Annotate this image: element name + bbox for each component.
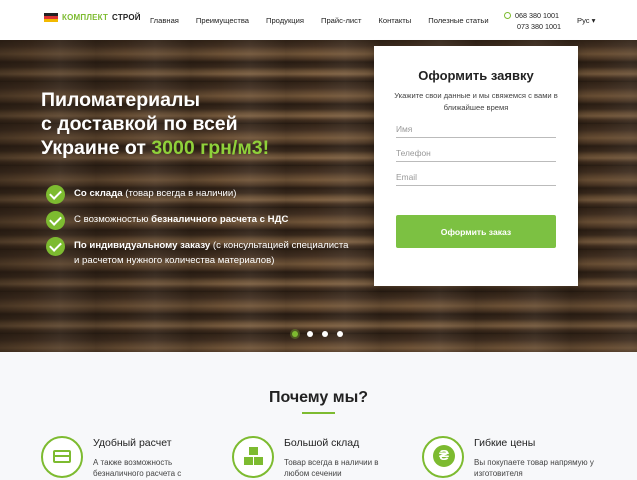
feature-text: Со склада (товар всегда в наличии) [74, 188, 237, 199]
advantage-title: Большой склад [284, 437, 360, 449]
advantage-item: Большой склад Товар всегда в наличии в л… [232, 436, 412, 480]
check-icon [46, 211, 65, 230]
feature-text: С возможностью безналичного расчета с НД… [74, 214, 289, 225]
check-icon [46, 237, 65, 256]
submit-order-button[interactable]: Оформить заказ [396, 215, 556, 248]
nav-link-home[interactable]: Главная [150, 16, 179, 25]
nav-link-contacts[interactable]: Контакты [378, 16, 411, 25]
name-input[interactable] [396, 120, 556, 138]
hero-price: 3000 грн/м3! [151, 137, 270, 159]
form-title: Оформить заявку [418, 68, 534, 83]
phone-block: 068 380 1001 073 380 1001 [504, 10, 561, 32]
main-nav: Главная Преимущества Продукция Прайс-лис… [150, 16, 506, 25]
slider-dot-2[interactable] [307, 331, 313, 337]
feature-text: По индивидуальному заказу (с консультаци… [74, 240, 349, 266]
language-selector[interactable]: Рус ▾ [577, 16, 596, 25]
phone-number-1[interactable]: 068 380 1001 [515, 10, 559, 21]
why-us-section: Почему мы? Удобный расчет А также возмож… [0, 352, 637, 480]
order-form: Оформить заявку Укажите свои данные и мы… [374, 46, 578, 286]
nav-link-articles[interactable]: Полезные статьи [428, 16, 488, 25]
email-input[interactable] [396, 168, 556, 186]
advantage-text: Товар всегда в наличии в любом сечении [284, 458, 379, 478]
advantage-item: Удобный расчет А также возможность безна… [41, 436, 221, 480]
logo-text-primary: КОМПЛЕКТ [62, 13, 109, 22]
phone-number-2[interactable]: 073 380 1001 [504, 21, 561, 32]
slider-dot-4[interactable] [337, 331, 343, 337]
nav-link-products[interactable]: Продукция [266, 16, 304, 25]
hryvnia-icon: ₴ [422, 436, 464, 478]
phone-input[interactable] [396, 144, 556, 162]
card-icon [41, 436, 83, 478]
nav-link-pricelist[interactable]: Прайс-лист [321, 16, 361, 25]
feature-item: Со склада (товар всегда в наличии) [46, 185, 356, 204]
hero-title-line-3: Украине от [41, 137, 152, 159]
advantage-title: Гибкие цены [474, 437, 536, 449]
logo-text-secondary: СТРОЙ [112, 13, 141, 22]
advantage-item: ₴ Гибкие цены Вы покупаете товар напряму… [422, 436, 602, 480]
slider-dot-3[interactable] [322, 331, 328, 337]
slider-dots [292, 331, 343, 337]
advantage-title: Удобный расчет [93, 437, 172, 449]
phone-icon [504, 12, 511, 19]
hero-title-line-2: с доставкой по всей [41, 113, 238, 135]
site-header: КОМПЛЕКТ СТРОЙ Главная Преимущества Прод… [0, 0, 637, 40]
boxes-icon [232, 436, 274, 478]
flag-icon [44, 13, 58, 22]
section-title: Почему мы? [268, 389, 369, 406]
advantage-text: А также возможность безналичного расчета… [93, 458, 182, 478]
title-underline [302, 412, 335, 414]
nav-link-advantages[interactable]: Преимущества [196, 16, 249, 25]
check-icon [46, 185, 65, 204]
form-subtitle: Укажите свои данные и мы свяжемся с вами… [394, 91, 558, 112]
feature-item: С возможностью безналичного расчета с НД… [46, 211, 356, 230]
hero-title: Пиломатериалы с доставкой по всей Украин… [41, 88, 341, 160]
slider-dot-1[interactable] [292, 331, 298, 337]
feature-item: По индивидуальному заказу (с консультаци… [46, 237, 356, 268]
advantage-text: Вы покупаете товар напрямую у изготовите… [474, 458, 594, 478]
logo[interactable]: КОМПЛЕКТ СТРОЙ [44, 13, 141, 22]
feature-list: Со склада (товар всегда в наличии) С воз… [46, 185, 356, 276]
hero-title-line-1: Пиломатериалы [41, 89, 200, 111]
